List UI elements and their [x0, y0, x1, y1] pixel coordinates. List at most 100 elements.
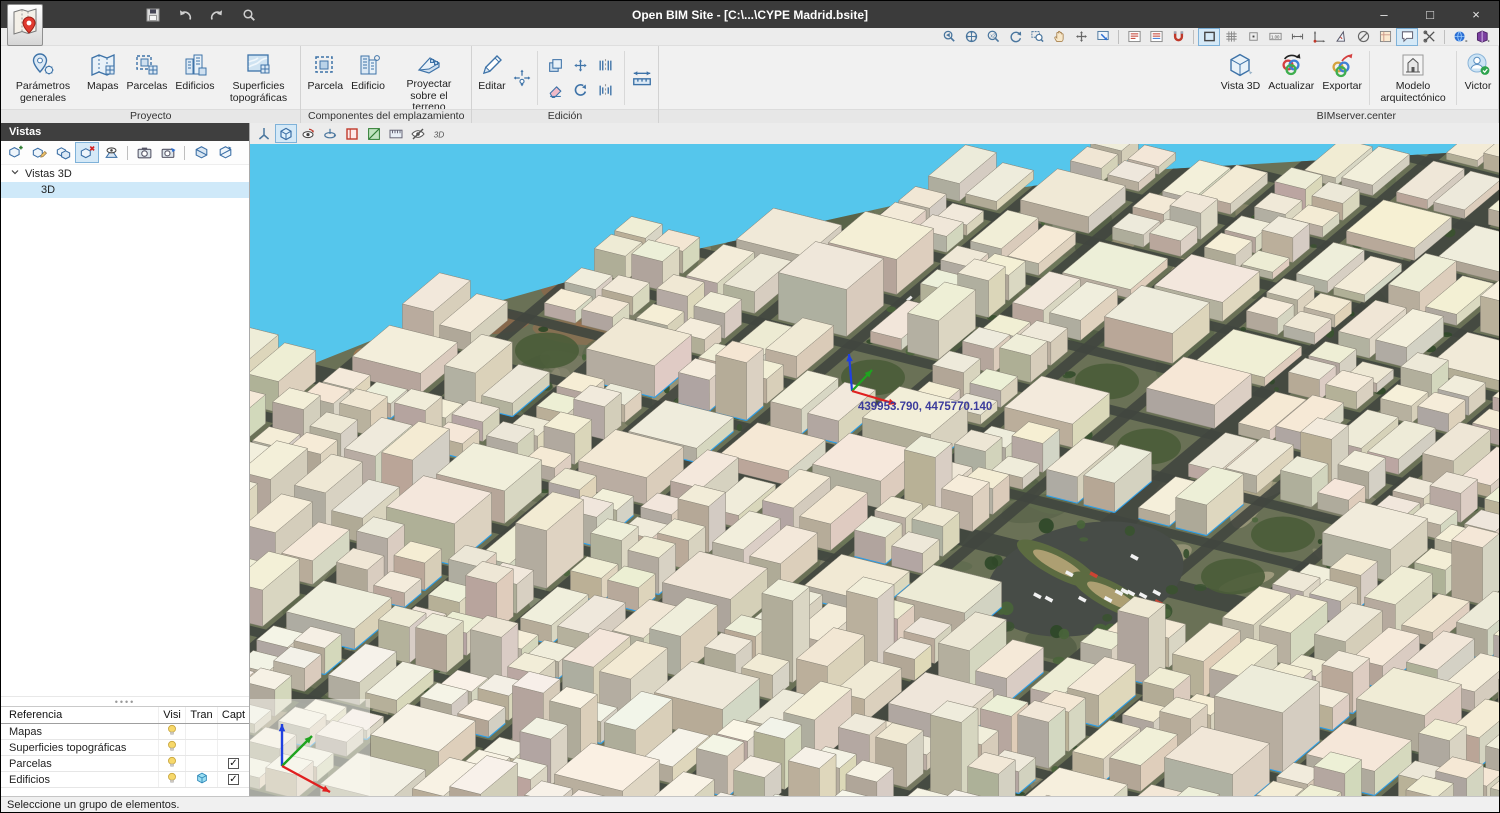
- actualizar-button[interactable]: Actualizar: [1264, 47, 1318, 109]
- editar-button[interactable]: Editar: [474, 47, 510, 109]
- table-row-edificios[interactable]: Edificios✓: [1, 772, 249, 788]
- proyectar-sobre-terreno-button[interactable]: Proyectar sobre el terreno: [389, 47, 469, 109]
- snap-point-button[interactable]: [1242, 28, 1264, 46]
- panel-splitter-handle[interactable]: ••••: [1, 696, 249, 706]
- zoom-previous-button[interactable]: [938, 28, 960, 46]
- capture-view-button[interactable]: [132, 142, 156, 163]
- auxiliary-tools-button[interactable]: [1418, 28, 1440, 46]
- visibility-bulb-icon[interactable]: [165, 723, 179, 740]
- mirror-copy-button[interactable]: [595, 55, 617, 77]
- edit-view-button[interactable]: [27, 142, 51, 163]
- comments-button[interactable]: [1396, 28, 1418, 46]
- zoom-extents-button[interactable]: [960, 28, 982, 46]
- redraw-button[interactable]: [1004, 28, 1026, 46]
- search-button[interactable]: [239, 5, 259, 25]
- mapas-button[interactable]: Mapas: [83, 47, 123, 109]
- node-editor-button[interactable]: [512, 68, 532, 88]
- table-row-parcelas[interactable]: Parcelas✓: [1, 756, 249, 772]
- orbit-view-button[interactable]: [297, 124, 319, 143]
- viewport-3d[interactable]: 439953.790, 4475770.140: [250, 144, 1499, 796]
- measure-length-button[interactable]: [630, 66, 654, 90]
- selection-rectangle-button[interactable]: [1198, 28, 1220, 46]
- table-row-mapas[interactable]: Mapas: [1, 724, 249, 740]
- ortho-mode-button[interactable]: [1352, 28, 1374, 46]
- view-3d-button[interactable]: [275, 124, 297, 143]
- corner-reference-button[interactable]: [1308, 28, 1330, 46]
- find-text-button[interactable]: [1123, 28, 1145, 46]
- views-tree-item-3d[interactable]: 3D: [1, 182, 249, 198]
- parametros-generales-button[interactable]: Parámetros generales: [3, 47, 83, 109]
- section-back-button[interactable]: [213, 142, 237, 163]
- coordinate-axes-button[interactable]: [253, 124, 275, 143]
- delete-view-button[interactable]: [75, 142, 99, 163]
- table-row-superficies-topográficas[interactable]: Superficies topográficas: [1, 740, 249, 756]
- dimension-button[interactable]: [1286, 28, 1308, 46]
- move-view-button[interactable]: [1070, 28, 1092, 46]
- minimize-button[interactable]: –: [1361, 1, 1407, 28]
- bimserver-group-caption: BIMserver.center: [1215, 109, 1498, 123]
- undo-button[interactable]: [175, 5, 195, 25]
- view-3d-options-button[interactable]: 3D: [429, 124, 451, 143]
- vista-3d-button[interactable]: Vista 3D: [1217, 47, 1265, 109]
- user-account-button[interactable]: Victor: [1460, 47, 1496, 109]
- visibility-bulb-icon[interactable]: [165, 739, 179, 756]
- modelo-arquitectonico-button[interactable]: Modelo arquitectónico: [1373, 47, 1453, 109]
- views-tree-group-label: Vistas 3D: [25, 168, 72, 180]
- grid-button[interactable]: [1220, 28, 1242, 46]
- copy-button[interactable]: [545, 55, 567, 77]
- hide-elements-button[interactable]: [407, 124, 429, 143]
- vista-3d-label: Vista 3D: [1221, 81, 1261, 93]
- status-bar: Seleccione un grupo de elementos.: [1, 796, 1499, 813]
- toolbar-separator: [184, 146, 185, 160]
- replace-text-button[interactable]: [1145, 28, 1167, 46]
- mirror-move-button[interactable]: [595, 80, 617, 102]
- object-snap-button[interactable]: [1167, 28, 1189, 46]
- background-template-button[interactable]: [1374, 28, 1396, 46]
- view-3d-icon: [278, 126, 294, 142]
- help-book-icon: [1475, 29, 1490, 44]
- pan-hand-button[interactable]: [1048, 28, 1070, 46]
- dimension-style-button[interactable]: 1.00: [1264, 28, 1286, 46]
- capture-checkbox[interactable]: ✓: [228, 758, 239, 769]
- move-button[interactable]: [570, 55, 592, 77]
- visibility-button[interactable]: [99, 142, 123, 163]
- visibility-icon: [103, 144, 120, 161]
- edificios-button[interactable]: Edificios: [171, 47, 218, 109]
- zoom-window-button[interactable]: [1026, 28, 1048, 46]
- send-to-window-button[interactable]: [1092, 28, 1114, 46]
- new-view-button[interactable]: [3, 142, 27, 163]
- capture-checkbox[interactable]: ✓: [228, 774, 239, 785]
- measure-grid-button[interactable]: [385, 124, 407, 143]
- coordinate-axes-icon: [256, 126, 272, 142]
- save-button[interactable]: [143, 5, 163, 25]
- parcelas-button[interactable]: Parcelas: [123, 47, 172, 109]
- help-book-button[interactable]: [1471, 28, 1493, 46]
- visibility-bulb-icon[interactable]: [165, 771, 179, 788]
- pan-hand-icon: [1052, 29, 1067, 44]
- redo-button[interactable]: [207, 5, 227, 25]
- exportar-button[interactable]: Exportar: [1318, 47, 1366, 109]
- section-box-button[interactable]: [341, 124, 363, 143]
- viewport-3d-scene[interactable]: 439953.790, 4475770.140: [250, 144, 1499, 796]
- rotate-button[interactable]: [570, 80, 592, 102]
- views-tree-group[interactable]: Vistas 3D: [1, 165, 249, 182]
- apply-capture-button[interactable]: [156, 142, 180, 163]
- edificio-button[interactable]: Edificio: [347, 47, 389, 109]
- parcela-button[interactable]: Parcela: [303, 47, 347, 109]
- visibility-bulb-icon[interactable]: [165, 755, 179, 772]
- zoom-x2-button[interactable]: x2: [982, 28, 1004, 46]
- duplicate-view-button[interactable]: [51, 142, 75, 163]
- application-menu-button[interactable]: [7, 4, 43, 46]
- angle-protractor-button[interactable]: [1330, 28, 1352, 46]
- transparency-cube-icon[interactable]: [195, 771, 209, 788]
- online-services-button[interactable]: [1449, 28, 1471, 46]
- maximize-button[interactable]: □: [1407, 1, 1453, 28]
- section-front-button[interactable]: [189, 142, 213, 163]
- turn-view-button[interactable]: [319, 124, 341, 143]
- reference-table-header: ReferenciaVisiTranCapt: [1, 707, 249, 724]
- erase-button[interactable]: [545, 80, 567, 102]
- superficies-topograficas-button[interactable]: Superficies topográficas: [218, 47, 298, 109]
- work-plane-button[interactable]: [363, 124, 385, 143]
- close-button[interactable]: ×: [1453, 1, 1499, 28]
- column-visi: Visi: [158, 707, 185, 723]
